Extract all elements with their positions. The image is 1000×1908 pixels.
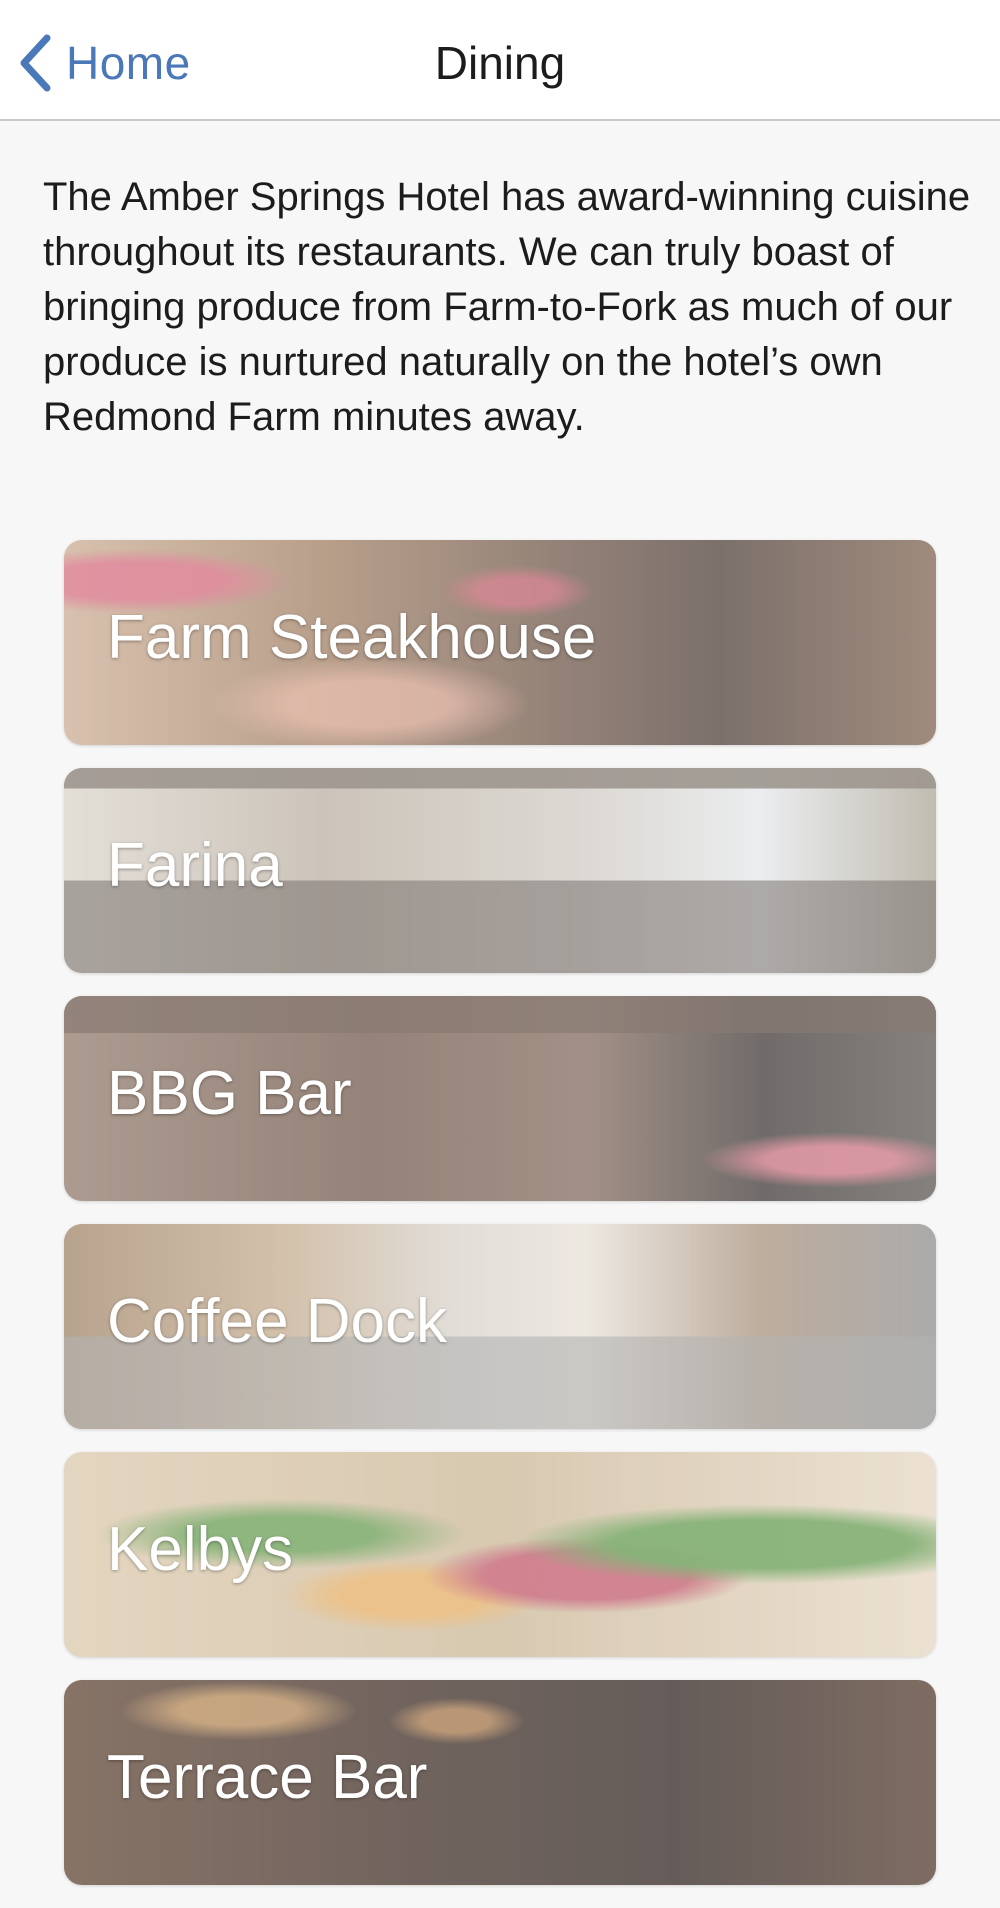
navigation-bar: Home Dining	[0, 0, 1000, 121]
restaurant-card-farina[interactable]: Farina	[64, 768, 936, 973]
restaurant-card-terrace-bar[interactable]: Terrace Bar	[64, 1680, 936, 1885]
restaurant-label: Coffee Dock	[107, 1287, 448, 1356]
restaurant-label: Farm Steakhouse	[107, 603, 597, 672]
restaurant-card-kelbys[interactable]: Kelbys	[64, 1452, 936, 1657]
page-title: Dining	[434, 37, 566, 89]
restaurant-label: Kelbys	[107, 1515, 294, 1584]
restaurant-label: BBG Bar	[107, 1059, 352, 1128]
intro-text: The Amber Springs Hotel has award-winnin…	[43, 175, 971, 439]
restaurant-list: Farm Steakhouse Farina BBG Bar Coffee Do…	[64, 540, 936, 1908]
restaurant-card-coffee-dock[interactable]: Coffee Dock	[64, 1224, 936, 1429]
restaurant-card-bbg-bar[interactable]: BBG Bar	[64, 996, 936, 1201]
restaurant-card-farm-steakhouse[interactable]: Farm Steakhouse	[64, 540, 936, 745]
restaurant-label: Farina	[107, 831, 283, 900]
